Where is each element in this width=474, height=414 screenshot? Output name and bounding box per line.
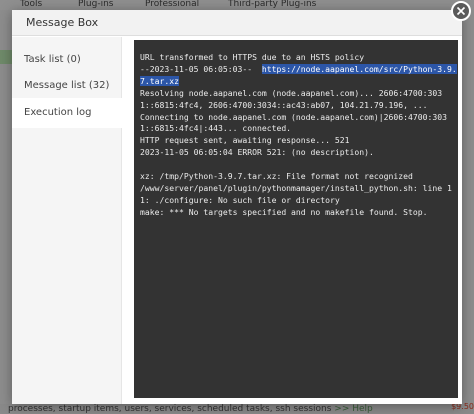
- log-output: URL transformed to HTTPS due to an HSTS …: [140, 52, 457, 219]
- background-left-panel: [0, 10, 12, 414]
- background-right-panel: [462, 10, 474, 414]
- background-tab-third-party[interactable]: Third-party Plug-ins: [228, 0, 316, 9]
- log-line: HTTP request sent, awaiting response... …: [140, 135, 350, 146]
- log-selected-url-part2[interactable]: 7.tar.xz: [140, 75, 179, 86]
- log-line: Resolving node.aapanel.com (node.aapanel…: [140, 87, 443, 98]
- log-line: 1::6815:4fc4, 2606:4700:3034::ac43:ab07,…: [140, 99, 428, 110]
- message-box-sidebar: Task list (0) Message list (32) Executio…: [12, 37, 122, 404]
- sidebar-item-execution-log[interactable]: Execution log: [12, 98, 122, 128]
- background-left-highlight: [0, 50, 12, 64]
- dialog-title: Message Box: [26, 16, 99, 29]
- background-tab-bar: Tools Plug-ins Professional Third-party …: [0, 0, 474, 10]
- log-line: 1: ./configure: No such file or director…: [140, 194, 340, 205]
- log-line: xz: /tmp/Python-3.9.7.tar.xz: File forma…: [140, 171, 413, 182]
- dialog-header: Message Box: [12, 10, 462, 36]
- background-tab-plugins[interactable]: Plug-ins: [78, 0, 114, 9]
- background-tab-professional[interactable]: Professional: [145, 0, 199, 9]
- background-bottom-text: processes, startup items, users, service…: [8, 404, 373, 414]
- log-line: Connecting to node.aapanel.com (node.aap…: [140, 111, 447, 122]
- log-line: make: *** No targets specified and no ma…: [140, 206, 428, 217]
- sidebar-item-message-list[interactable]: Message list (32): [12, 71, 122, 101]
- background-help-link[interactable]: >> Help: [334, 404, 372, 414]
- log-line-error: 2023-11-05 06:05:04 ERROR 521: (no descr…: [140, 147, 374, 158]
- message-box-dialog: Message Box Task list (0) Message list (…: [12, 1, 471, 404]
- log-line: /www/server/panel/plugin/pythonmamager/i…: [140, 182, 452, 193]
- log-line-hsts: URL transformed to HTTPS due to an HSTS …: [140, 52, 365, 62]
- log-line: 1::6815:4fc4|:443... connected.: [140, 123, 292, 134]
- log-line-timestamp: --2023-11-05 06:05:03--: [140, 63, 262, 74]
- execution-log-console[interactable]: URL transformed to HTTPS due to an HSTS …: [134, 40, 458, 398]
- background-tab-tools[interactable]: Tools: [20, 0, 42, 9]
- close-button[interactable]: [451, 1, 471, 21]
- log-selected-url-part1[interactable]: https://node.aapanel.com/src/Python-3.9.: [261, 63, 457, 74]
